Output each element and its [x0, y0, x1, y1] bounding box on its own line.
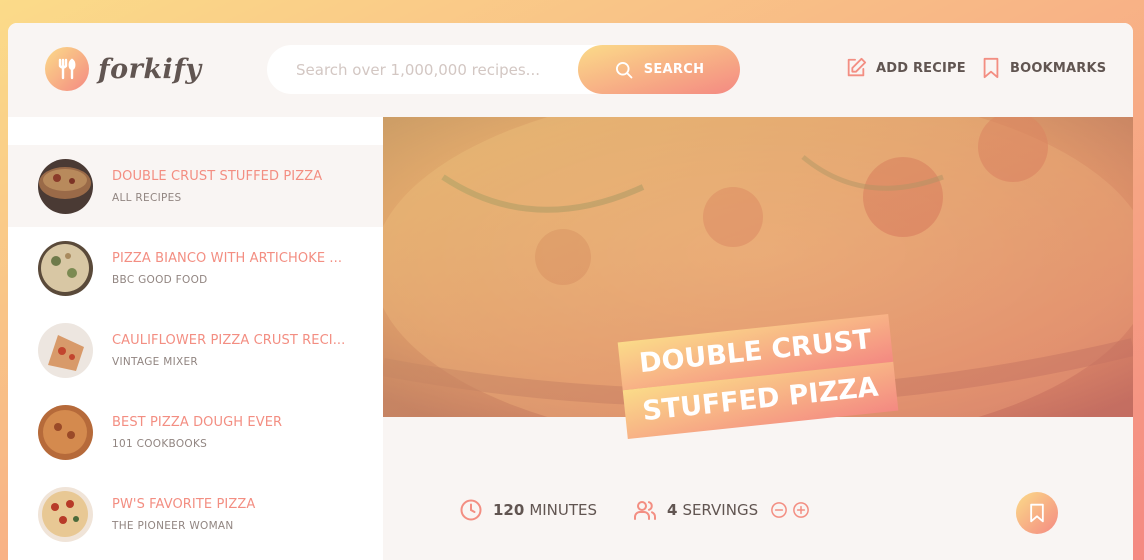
increase-servings-button[interactable] [792, 501, 810, 519]
result-title: CAULIFLOWER PIZZA CRUST RECI... [112, 332, 346, 348]
servings-unit: SERVINGS [682, 501, 759, 519]
recipe-details: 120 MINUTES 4 SERVINGS [383, 492, 1133, 534]
bookmarks-label: BOOKMARKS [1010, 60, 1107, 76]
add-recipe-label: ADD RECIPE [876, 60, 966, 76]
users-icon [634, 501, 656, 520]
recipe-view: DOUBLE CRUST STUFFED PIZZA 120 MINUTES 4… [383, 117, 1133, 560]
recipe-bookmark-button[interactable] [1016, 492, 1058, 534]
bookmarks-button[interactable]: BOOKMARKS [981, 57, 1106, 79]
result-image [38, 240, 93, 296]
app-container: forkify SEARCH ADD RECIPE BOOKMARKS [8, 23, 1133, 560]
search-button-label: SEARCH [643, 62, 705, 77]
result-item[interactable]: PIZZA BIANCO WITH ARTICHOKE ... BBC GOOD… [8, 227, 383, 309]
search-icon [615, 61, 633, 78]
header: forkify SEARCH ADD RECIPE BOOKMARKS [8, 23, 1133, 117]
result-item[interactable]: PW'S FAVORITE PIZZA THE PIONEER WOMAN [8, 473, 383, 555]
result-publisher: THE PIONEER WOMAN [112, 519, 234, 532]
result-publisher: 101 COOKBOOKS [112, 437, 208, 450]
logo-text: forkify [98, 53, 202, 85]
decrease-servings-button[interactable] [770, 501, 788, 519]
servings-value: 4 [667, 501, 678, 519]
minus-circle-icon [771, 502, 787, 518]
clock-icon [460, 499, 482, 521]
plus-circle-icon [793, 502, 809, 518]
logo[interactable]: forkify [45, 47, 202, 91]
servings: 4 SERVINGS [633, 498, 810, 522]
search-form: SEARCH [267, 45, 740, 94]
result-publisher: BBC GOOD FOOD [112, 273, 208, 286]
result-item[interactable]: DOUBLE CRUST STUFFED PIZZA ALL RECIPES [8, 145, 383, 227]
search-button[interactable]: SEARCH [578, 45, 740, 94]
cooking-time-value: 120 [493, 501, 525, 519]
search-input[interactable] [296, 60, 586, 79]
result-image [38, 404, 93, 460]
result-title: PIZZA BIANCO WITH ARTICHOKE ... [112, 250, 343, 266]
edit-icon [847, 57, 867, 77]
cooking-time: 120 MINUTES [459, 498, 597, 522]
result-item[interactable]: CAULIFLOWER PIZZA CRUST RECI... VINTAGE … [8, 309, 383, 391]
bookmark-icon [1030, 503, 1044, 523]
result-title: DOUBLE CRUST STUFFED PIZZA [112, 168, 323, 184]
result-title: PW'S FAVORITE PIZZA [112, 496, 256, 512]
result-publisher: ALL RECIPES [112, 191, 182, 204]
result-image [38, 158, 93, 214]
result-title: BEST PIZZA DOUGH EVER [112, 414, 283, 430]
result-item[interactable]: BEST PIZZA DOUGH EVER 101 COOKBOOKS [8, 391, 383, 473]
fork-spoon-icon [45, 47, 89, 91]
search-results: DOUBLE CRUST STUFFED PIZZA ALL RECIPES P… [8, 117, 383, 560]
result-image [38, 486, 93, 542]
result-publisher: VINTAGE MIXER [112, 355, 199, 368]
cooking-time-unit: MINUTES [529, 501, 598, 519]
add-recipe-button[interactable]: ADD RECIPE [845, 57, 966, 79]
bookmark-icon [983, 57, 999, 79]
result-image [38, 322, 93, 378]
